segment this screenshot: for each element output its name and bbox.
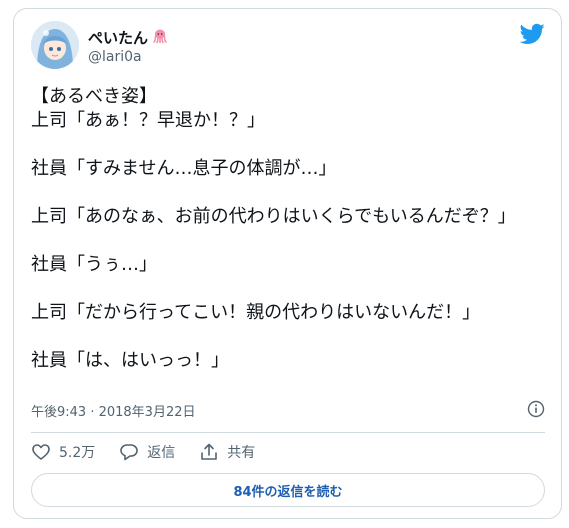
read-replies-label: 84件の返信を読む [233,484,343,500]
info-icon[interactable] [527,400,545,418]
share-icon [201,443,218,460]
divider [31,432,545,433]
reply-button[interactable]: 返信 [119,442,175,462]
avatar[interactable] [31,21,79,69]
tweet-text: 【あるべき姿】 上司「あぁ！？早退か！？」 社員「すみません…息子の体調が…」 … [31,86,516,371]
share-label: 共有 [227,445,256,461]
tweet-card: ぺいたん @lari0a 【あるべき姿】 上司「あぁ！？早退か！？」 社員「すみ… [13,8,562,519]
twitter-bird-icon[interactable] [519,23,545,45]
share-button[interactable]: 共有 [199,442,255,462]
display-name-text: ぺいたん [88,29,149,47]
tweet-timestamp[interactable]: 午後9:43 · 2018年3月22日 [31,401,196,420]
read-replies-button[interactable]: 84件の返信を読む [31,473,545,507]
reply-bubble-icon [120,444,139,461]
action-bar: 5.2万 返信 共有 [31,442,279,462]
octopus-emoji-icon [152,28,168,48]
heart-icon [32,444,50,460]
like-button[interactable]: 5.2万 [31,442,95,462]
like-count: 5.2万 [59,445,96,461]
user-handle[interactable]: @lari0a [88,49,142,65]
reply-label: 返信 [147,445,176,461]
display-name[interactable]: ぺいたん [88,27,168,48]
